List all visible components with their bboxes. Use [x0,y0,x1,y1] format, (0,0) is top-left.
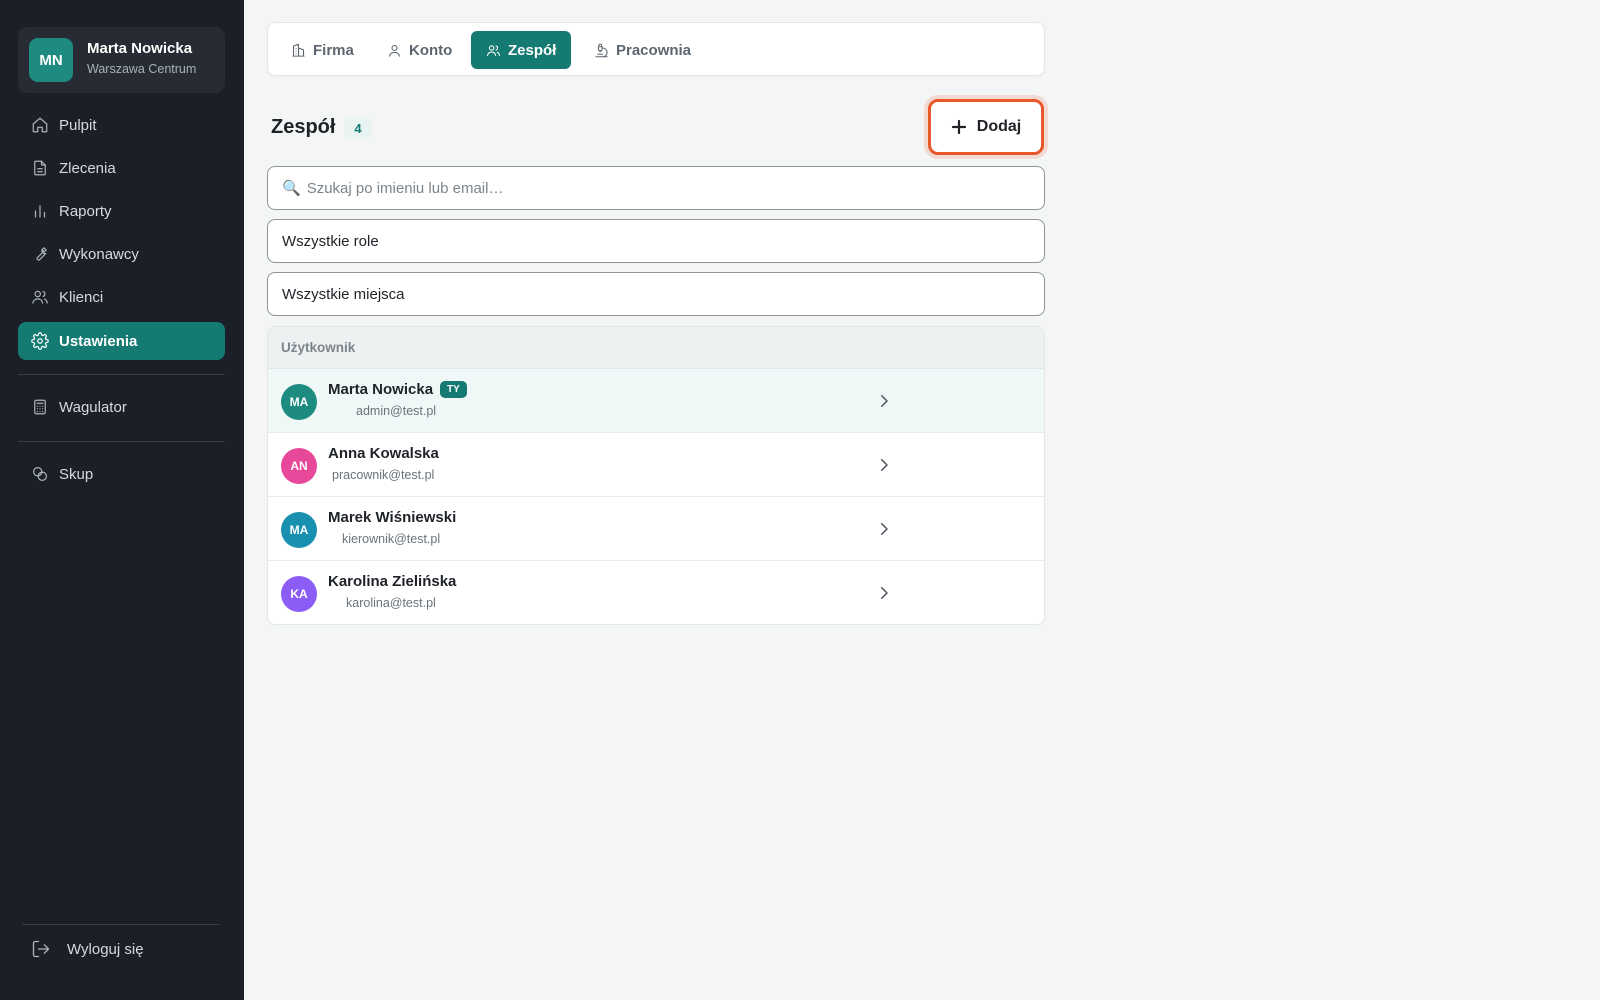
tab-label: Firma [313,41,354,59]
page-title: Zespół [271,116,336,138]
microscope-icon [594,43,609,58]
document-icon [31,159,49,177]
tab-label: Pracownia [616,41,692,59]
logout-label: Wyloguj się [67,940,144,958]
sidebar-item-label: Ustawienia [59,332,138,350]
user-location: Warszawa Centrum [87,62,197,76]
user-name: Marta Nowicka [87,40,193,57]
building-icon [291,43,306,58]
sidebar-item-wykonawcy[interactable]: Wykonawcy [18,235,225,273]
member-email: admin@test.pl [356,404,437,418]
sidebar-item-zlecenia[interactable]: Zlecenia [18,149,225,187]
tab-konto[interactable]: Konto [372,31,467,69]
sidebar-item-ustawienia[interactable]: Ustawienia [18,322,225,360]
members-table: Użytkownik MA Marta Nowicka TY admin@tes… [267,326,1045,625]
sidebar-divider [22,924,220,925]
tab-firma[interactable]: Firma [276,31,369,69]
user-profile-card[interactable]: MN Marta Nowicka Warszawa Centrum [18,27,225,93]
tab-zespol[interactable]: Zespół [471,31,572,69]
avatar: MN [29,38,73,82]
users-icon [486,43,501,58]
chevron-right-icon[interactable] [875,456,893,474]
sidebar-divider [18,374,225,375]
sidebar-item-klienci[interactable]: Klienci [18,278,225,316]
member-name: Marek Wiśniewski [328,509,456,526]
role-filter-value: Wszystkie role [282,232,379,250]
search-icon: 🔍 [282,180,301,197]
member-name: Anna Kowalska [328,445,439,462]
sidebar-item-label: Zlecenia [59,159,116,177]
member-name: Karolina Zielińska [328,573,456,590]
member-count-badge: 4 [344,117,372,139]
coins-icon [31,465,49,483]
tab-label: Zespół [508,41,557,59]
member-email: kierownik@test.pl [342,532,441,546]
sidebar: MN Marta Nowicka Warszawa Centrum Pulpit… [0,0,244,1000]
add-button-label: Dodaj [976,118,1022,135]
member-email: pracownik@test.pl [332,468,435,482]
member-email: karolina@test.pl [346,596,436,610]
table-header: Użytkownik [268,327,1044,369]
chevron-right-icon[interactable] [875,584,893,602]
plus-icon [951,119,967,135]
home-icon [31,116,49,134]
gear-icon [31,332,49,350]
you-badge: TY [440,381,467,398]
sidebar-item-label: Wykonawcy [59,245,139,263]
logout-button[interactable]: Wyloguj się [18,930,225,968]
table-row[interactable]: MA Marta Nowicka TY admin@test.pl [268,369,1044,433]
avatar: MA [281,512,317,548]
table-row[interactable]: AN Anna Kowalska pracownik@test.pl [268,433,1044,497]
chevron-right-icon[interactable] [875,520,893,538]
column-header-user: Użytkownik [281,340,356,355]
sidebar-divider [18,441,225,442]
avatar: MA [281,384,317,420]
logout-icon [31,939,51,959]
member-name-text: Marta Nowicka [328,381,434,398]
member-name-text: Anna Kowalska [328,445,439,462]
wrench-icon [31,245,49,263]
sidebar-item-raporty[interactable]: Raporty [18,192,225,230]
search-field[interactable]: 🔍 [267,166,1045,210]
place-filter-value: Wszystkie miejsca [282,285,405,303]
avatar: KA [281,576,317,612]
sidebar-item-skup[interactable]: Skup [18,455,225,493]
sidebar-item-label: Pulpit [59,116,97,134]
member-name-text: Karolina Zielińska [328,573,457,590]
sidebar-item-label: Skup [59,465,94,483]
place-filter-select[interactable]: Wszystkie miejsca [267,272,1045,316]
calculator-icon [31,398,49,416]
member-name-text: Marek Wiśniewski [328,509,457,526]
avatar: AN [281,448,317,484]
tab-pracownia[interactable]: Pracownia [579,31,706,69]
table-row[interactable]: MA Marek Wiśniewski kierownik@test.pl [268,497,1044,561]
user-icon [387,43,402,58]
member-name: Marta Nowicka TY [328,381,467,398]
sidebar-item-label: Klienci [59,288,104,306]
search-input[interactable] [306,179,1007,197]
role-filter-select[interactable]: Wszystkie role [267,219,1045,263]
add-member-button[interactable]: Dodaj [928,99,1044,155]
bar-chart-icon [31,202,49,220]
sidebar-item-pulpit[interactable]: Pulpit [18,106,225,144]
sidebar-item-label: Raporty [59,202,112,220]
tab-label: Konto [409,41,453,59]
settings-tabs: Firma Konto Zespół Pracownia [267,22,1045,76]
chevron-right-icon[interactable] [875,392,893,410]
users-icon [31,288,49,306]
sidebar-item-wagulator[interactable]: Wagulator [18,388,225,426]
sidebar-item-label: Wagulator [59,398,127,416]
table-row[interactable]: KA Karolina Zielińska karolina@test.pl [268,561,1044,624]
